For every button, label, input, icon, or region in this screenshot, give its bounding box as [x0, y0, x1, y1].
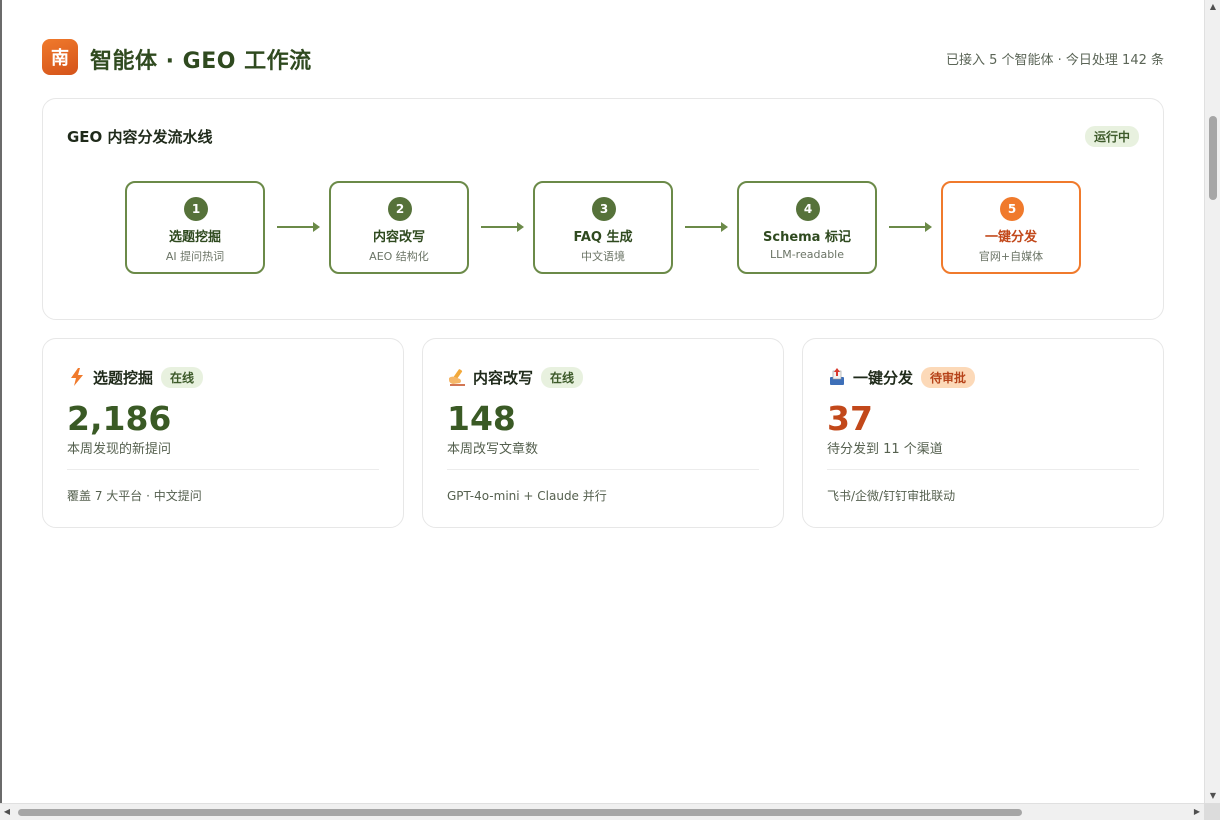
pipeline-steps: 1 选题挖掘 AI 提问热词 2 内容改写 AEO 结构化 3 FAQ 生成 中…: [125, 181, 1083, 275]
app-header: 南 智能体 · GEO 工作流 已接入 5 个智能体 · 今日处理 142 条: [42, 38, 1164, 78]
agent-card-topic-mining[interactable]: 选题挖掘 在线 2,186 本周发现的新提问 覆盖 7 大平台 · 中文提问: [42, 338, 404, 528]
pipeline-step-4[interactable]: 4 Schema 标记 LLM-readable: [737, 181, 877, 274]
vertical-scrollbar[interactable]: ▲ ▼: [1204, 0, 1220, 803]
app-logo: 南: [42, 39, 78, 75]
step-subtitle: 官网+自媒体: [978, 250, 1044, 263]
card-footnote: GPT-4o-mini + Claude 并行: [447, 489, 607, 503]
card-title: 一键分发: [853, 368, 914, 387]
card-value: 2,186: [67, 399, 172, 438]
card-description: 待分发到 11 个渠道: [827, 442, 943, 457]
card-title: 选题挖掘: [93, 368, 154, 387]
scroll-right-icon[interactable]: ▶: [1190, 804, 1204, 820]
status-badge: 待审批: [921, 366, 976, 388]
step-subtitle: LLM-readable: [769, 248, 845, 261]
status-badge: 在线: [541, 366, 584, 388]
arrow-right-icon: [685, 222, 728, 232]
divider: [447, 469, 759, 470]
divider: [827, 469, 1139, 470]
card-value: 148: [447, 399, 516, 438]
page-viewport: 南 智能体 · GEO 工作流 已接入 5 个智能体 · 今日处理 142 条 …: [2, 0, 1204, 803]
card-header: 选题挖掘 在线: [67, 365, 204, 389]
step-number: 4: [796, 197, 820, 221]
status-badge: 在线: [161, 366, 204, 388]
card-description: 本周发现的新提问: [67, 442, 172, 457]
card-footnote: 覆盖 7 大平台 · 中文提问: [67, 489, 202, 503]
step-subtitle: AEO 结构化: [369, 250, 429, 263]
horizontal-scrollbar[interactable]: ◀ ▶: [0, 803, 1204, 820]
card-value: 37: [827, 399, 873, 438]
status-badge: 运行中: [1084, 126, 1139, 147]
scroll-up-icon[interactable]: ▲: [1205, 0, 1220, 14]
arrow-right-icon: [889, 222, 932, 232]
lightning-icon: [67, 367, 87, 387]
card-description: 本周改写文章数: [447, 442, 539, 457]
pipeline-title: GEO 内容分发流水线: [67, 128, 213, 146]
pipeline-step-1[interactable]: 1 选题挖掘 AI 提问热词: [125, 181, 265, 274]
scroll-left-icon[interactable]: ◀: [0, 804, 14, 820]
step-subtitle: AI 提问热词: [165, 250, 225, 263]
scrollbar-corner: [1204, 803, 1220, 820]
page-title: 智能体 · GEO 工作流: [90, 49, 312, 74]
scroll-down-icon[interactable]: ▼: [1205, 789, 1220, 803]
step-number: 2: [388, 197, 412, 221]
step-name: 选题挖掘: [168, 230, 221, 245]
outbox-icon: [827, 367, 847, 387]
scrollbar-thumb[interactable]: [1209, 116, 1217, 200]
pipeline-step-5[interactable]: 5 一键分发 官网+自媒体: [941, 181, 1081, 274]
card-header: 一键分发 待审批: [827, 365, 976, 389]
step-name: Schema 标记: [763, 230, 851, 245]
step-name: 内容改写: [372, 230, 425, 245]
pipeline-step-3[interactable]: 3 FAQ 生成 中文语境: [533, 181, 673, 274]
pipeline-step-2[interactable]: 2 内容改写 AEO 结构化: [329, 181, 469, 274]
divider: [67, 469, 379, 470]
arrow-right-icon: [277, 222, 320, 232]
pipeline-panel: GEO 内容分发流水线 运行中 1 选题挖掘 AI 提问热词 2 内容改写 AE…: [42, 98, 1164, 320]
agent-card-distribution[interactable]: 一键分发 待审批 37 待分发到 11 个渠道 飞书/企微/钉钉审批联动: [802, 338, 1164, 528]
step-name: FAQ 生成: [573, 230, 633, 245]
header-stats: 已接入 5 个智能体 · 今日处理 142 条: [945, 53, 1164, 68]
writing-hand-icon: [447, 367, 467, 387]
agent-card-content-rewrite[interactable]: 内容改写 在线 148 本周改写文章数 GPT-4o-mini + Claude…: [422, 338, 784, 528]
step-number: 5: [1000, 197, 1024, 221]
step-name: 一键分发: [984, 230, 1037, 245]
card-footnote: 飞书/企微/钉钉审批联动: [827, 489, 956, 503]
step-number: 1: [184, 197, 208, 221]
arrow-right-icon: [481, 222, 524, 232]
card-header: 内容改写 在线: [447, 365, 584, 389]
step-subtitle: 中文语境: [581, 250, 625, 263]
scrollbar-thumb[interactable]: [18, 809, 1022, 816]
step-number: 3: [592, 197, 616, 221]
card-title: 内容改写: [473, 368, 534, 387]
